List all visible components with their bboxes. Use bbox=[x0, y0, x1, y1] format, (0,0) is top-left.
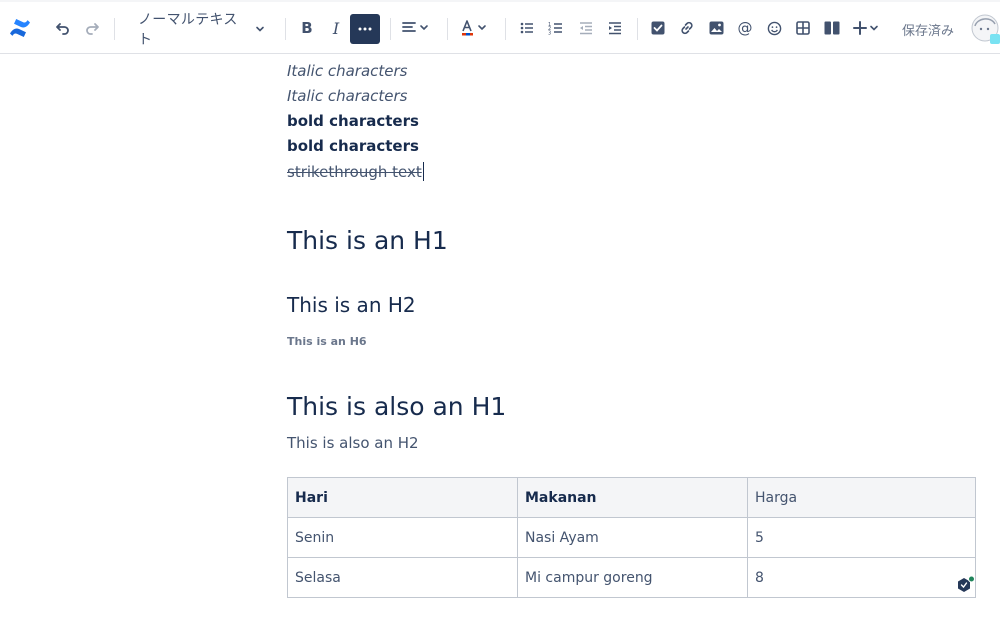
data-table[interactable]: Hari Makanan Harga Senin Nasi Ayam 5 Sel… bbox=[287, 477, 976, 598]
save-status: 保存済み bbox=[902, 23, 955, 38]
task-checkbox-icon[interactable] bbox=[647, 17, 669, 39]
heading-h1-also: This is also an H1 bbox=[287, 392, 507, 421]
undo-icon[interactable] bbox=[52, 17, 74, 39]
link-icon[interactable] bbox=[676, 17, 698, 39]
strikethrough-line: strikethrough text bbox=[287, 162, 424, 182]
bold-icon[interactable]: B bbox=[296, 17, 318, 39]
bold-text-line: bold characters bbox=[287, 137, 419, 155]
avatar[interactable] bbox=[970, 12, 1000, 46]
toolbar-separator bbox=[637, 18, 638, 40]
toolbar-separator bbox=[114, 18, 115, 40]
text-color-dropdown[interactable] bbox=[458, 16, 490, 40]
strikethrough-text: strikethrough text bbox=[287, 163, 422, 181]
table-row: Senin Nasi Ayam 5 bbox=[287, 517, 976, 558]
bullet-list-icon[interactable] bbox=[516, 17, 538, 39]
table-header-cell[interactable]: Hari bbox=[287, 477, 518, 518]
outdent-icon[interactable] bbox=[575, 17, 597, 39]
table-header-cell[interactable]: Makanan bbox=[517, 477, 748, 518]
text-style-label: ノーマルテキスト bbox=[138, 11, 238, 47]
svg-text:3: 3 bbox=[548, 31, 551, 37]
indent-icon[interactable] bbox=[604, 17, 626, 39]
table-cell[interactable]: Nasi Ayam bbox=[517, 517, 748, 558]
heading-h6: This is an H6 bbox=[287, 335, 367, 348]
editor-toolbar: ノーマルテキスト B I 123 @ 保存済み bbox=[0, 2, 1000, 54]
chevron-down-icon bbox=[255, 21, 265, 37]
text-style-dropdown[interactable]: ノーマルテキスト bbox=[130, 11, 265, 47]
emoji-icon[interactable] bbox=[763, 17, 785, 39]
table-cell[interactable]: Selasa bbox=[287, 557, 518, 598]
align-dropdown[interactable] bbox=[400, 17, 432, 39]
toolbar-separator bbox=[505, 18, 506, 40]
table-cell[interactable]: 8 bbox=[747, 557, 976, 598]
confluence-logo-icon[interactable] bbox=[6, 14, 34, 42]
text-cursor bbox=[422, 162, 424, 181]
table-cell[interactable]: 5 bbox=[747, 517, 976, 558]
italic-icon[interactable]: I bbox=[325, 17, 347, 39]
paragraph-text: This is also an H2 bbox=[287, 434, 419, 452]
layouts-icon[interactable] bbox=[821, 17, 843, 39]
mention-icon[interactable]: @ bbox=[734, 17, 756, 39]
insert-dropdown[interactable] bbox=[852, 17, 882, 39]
toolbar-separator bbox=[390, 18, 391, 40]
numbered-list-icon[interactable]: 123 bbox=[545, 17, 567, 39]
table-header-row: Hari Makanan Harga bbox=[287, 477, 976, 518]
bold-text-line: bold characters bbox=[287, 112, 419, 130]
plus-icon bbox=[853, 21, 878, 35]
ai-assistant-icon[interactable] bbox=[956, 575, 976, 595]
table-icon[interactable] bbox=[792, 17, 814, 39]
heading-h2: This is an H2 bbox=[287, 293, 416, 317]
table-row: Selasa Mi campur goreng 8 bbox=[287, 557, 976, 598]
image-icon[interactable] bbox=[705, 17, 727, 39]
more-formatting-button[interactable] bbox=[350, 14, 380, 44]
table-cell[interactable]: Mi campur goreng bbox=[517, 557, 748, 598]
toolbar-separator bbox=[285, 18, 286, 40]
italic-text-line: Italic characters bbox=[287, 62, 408, 80]
table-cell[interactable]: Senin bbox=[287, 517, 518, 558]
italic-text-line: Italic characters bbox=[287, 87, 408, 105]
table-header-cell[interactable]: Harga bbox=[747, 477, 976, 518]
redo-icon[interactable] bbox=[81, 17, 103, 39]
more-icon bbox=[358, 27, 372, 31]
heading-h1: This is an H1 bbox=[287, 226, 448, 255]
toolbar-separator bbox=[447, 18, 448, 40]
